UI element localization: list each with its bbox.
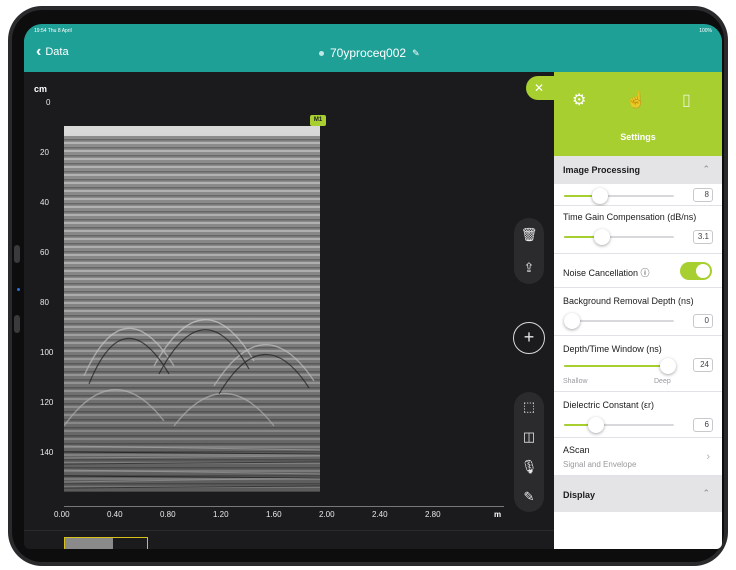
- depth-row: Depth/Time Window (ns) 24 Shallow Deep: [554, 336, 722, 392]
- chevron-left-icon: ‹: [36, 43, 42, 60]
- pencil-icon[interactable]: ✎: [412, 48, 420, 59]
- gain-slider-thumb[interactable]: [592, 188, 608, 204]
- y-tick-label: 20: [40, 148, 49, 157]
- y-tick-label: 40: [40, 198, 49, 207]
- dielectric-slider[interactable]: [564, 417, 674, 433]
- dielectric-label: Dielectric Constant (εr): [563, 400, 655, 410]
- tgc-slider[interactable]: [564, 229, 674, 245]
- add-marker-button[interactable]: +: [513, 322, 545, 354]
- y-tick-label: 0: [46, 98, 51, 107]
- select-icon[interactable]: ⬚: [523, 399, 535, 415]
- share-icon[interactable]: ⇪: [524, 260, 535, 276]
- ascan-label: AScan: [563, 445, 590, 455]
- side-marker: [17, 288, 20, 291]
- settings-header: ⚙ ☝ ▯ Settings: [554, 72, 722, 156]
- tgc-slider-thumb[interactable]: [594, 229, 610, 245]
- pen-icon[interactable]: ✎: [524, 489, 535, 505]
- radargram-image[interactable]: [64, 126, 320, 492]
- status-dot-icon: [319, 50, 324, 56]
- section-title: Image Processing: [563, 165, 641, 175]
- display-header[interactable]: Display ⌃: [554, 476, 722, 512]
- y-tick-label: 120: [40, 398, 54, 407]
- gain-value[interactable]: 8: [693, 188, 713, 202]
- x-axis-unit: m: [494, 510, 502, 519]
- depth-label: Depth/Time Window (ns): [563, 344, 662, 354]
- close-panel-button[interactable]: ✕: [526, 76, 556, 100]
- tgc-label: Time Gain Compensation (dB/ns): [563, 212, 697, 222]
- side-marker: [14, 245, 20, 263]
- section-title: Display: [563, 490, 596, 500]
- x-tick-label: 2.40: [372, 510, 388, 519]
- depth-min-label: Shallow: [563, 378, 588, 385]
- bg-removal-slider-thumb[interactable]: [564, 313, 580, 329]
- noise-row: Noise Cancellation ⓘ: [554, 254, 722, 288]
- x-tick-label: 2.00: [319, 510, 335, 519]
- ascan-row[interactable]: AScan Signal and Envelope ›: [554, 438, 722, 476]
- app-screen: 19:54 Thu 8 April 100% ‹ Data 70yproceq0…: [24, 24, 722, 549]
- y-tick-label: 80: [40, 298, 49, 307]
- depth-max-label: Deep: [654, 378, 671, 385]
- x-tick-label: 1.20: [213, 510, 229, 519]
- marker-tag[interactable]: M1: [310, 115, 326, 126]
- scan-thumbnail[interactable]: [64, 537, 148, 549]
- arrow-right-icon[interactable]: →: [38, 545, 48, 549]
- gain-row: 8: [554, 184, 722, 206]
- bg-removal-slider[interactable]: [564, 313, 674, 329]
- x-tick-label: 0.40: [107, 510, 123, 519]
- x-tick-label: 0.80: [160, 510, 176, 519]
- status-time: 19:54 Thu 8 April: [34, 28, 72, 34]
- x-tick-label: 1.60: [266, 510, 282, 519]
- back-label: Data: [45, 46, 69, 58]
- chevron-up-icon: ⌃: [702, 488, 710, 498]
- status-battery: 100%: [699, 28, 712, 34]
- thumbnail-strip: →: [24, 530, 554, 549]
- y-tick-label: 60: [40, 248, 49, 257]
- microphone-icon[interactable]: 🎙: [521, 459, 538, 475]
- dielectric-slider-thumb[interactable]: [588, 417, 604, 433]
- split-icon[interactable]: ◫: [523, 429, 535, 445]
- image-processing-header[interactable]: Image Processing ⌃: [554, 156, 722, 184]
- y-axis-unit: cm: [34, 84, 48, 94]
- noise-toggle[interactable]: [680, 262, 712, 280]
- chevron-up-icon: ⌃: [702, 164, 710, 174]
- bg-removal-label: Background Removal Depth (ns): [563, 296, 694, 306]
- tgc-value[interactable]: 3.1: [693, 230, 713, 244]
- nav-bar: ‹ Data 70yproceq002 ✎: [24, 36, 722, 72]
- display-row: [554, 512, 722, 549]
- scan-view: cm M1 m 🗑 ⇪ + ⬚ ◫ 🎙 ✎ 0 20 40 60 80 100 …: [24, 72, 554, 549]
- noise-label: Noise Cancellation ⓘ: [563, 268, 650, 278]
- gain-slider[interactable]: [564, 188, 674, 204]
- tgc-row: Time Gain Compensation (dB/ns) 3.1: [554, 206, 722, 254]
- depth-value[interactable]: 24: [693, 358, 713, 372]
- x-tick-label: 2.80: [425, 510, 441, 519]
- x-axis-line: [64, 506, 504, 507]
- side-marker: [14, 315, 20, 333]
- depth-slider[interactable]: [564, 358, 676, 374]
- toolbar-tools: ⬚ ◫ 🎙 ✎: [514, 392, 544, 512]
- hand-pointer-icon[interactable]: ☝: [626, 90, 646, 110]
- gear-icon[interactable]: ⚙: [572, 90, 586, 110]
- settings-title: Settings: [620, 132, 656, 142]
- chevron-right-icon: ›: [706, 451, 710, 463]
- toggle-knob: [696, 264, 710, 278]
- settings-panel: ⚙ ☝ ▯ Settings Image Processing ⌃ 8 Time…: [554, 72, 722, 549]
- trash-icon[interactable]: 🗑: [521, 227, 538, 243]
- y-tick-label: 100: [40, 348, 54, 357]
- depth-slider-thumb[interactable]: [660, 358, 676, 374]
- x-tick-label: 0.00: [54, 510, 70, 519]
- bg-removal-value[interactable]: 0: [693, 314, 713, 328]
- ascan-sub: Signal and Envelope: [563, 460, 637, 469]
- back-button[interactable]: ‹ Data: [36, 43, 69, 60]
- thumbnail-scan-area: [65, 538, 113, 549]
- bg-removal-row: Background Removal Depth (ns) 0: [554, 288, 722, 336]
- dielectric-row: Dielectric Constant (εr) 6: [554, 392, 722, 438]
- toolbar-actions: 🗑 ⇪: [514, 218, 544, 284]
- scan-title: 70yproceq002: [330, 46, 407, 60]
- y-tick-label: 140: [40, 448, 54, 457]
- page-title[interactable]: 70yproceq002 ✎: [319, 46, 420, 60]
- book-icon[interactable]: ▯: [682, 90, 691, 110]
- dielectric-value[interactable]: 6: [693, 418, 713, 432]
